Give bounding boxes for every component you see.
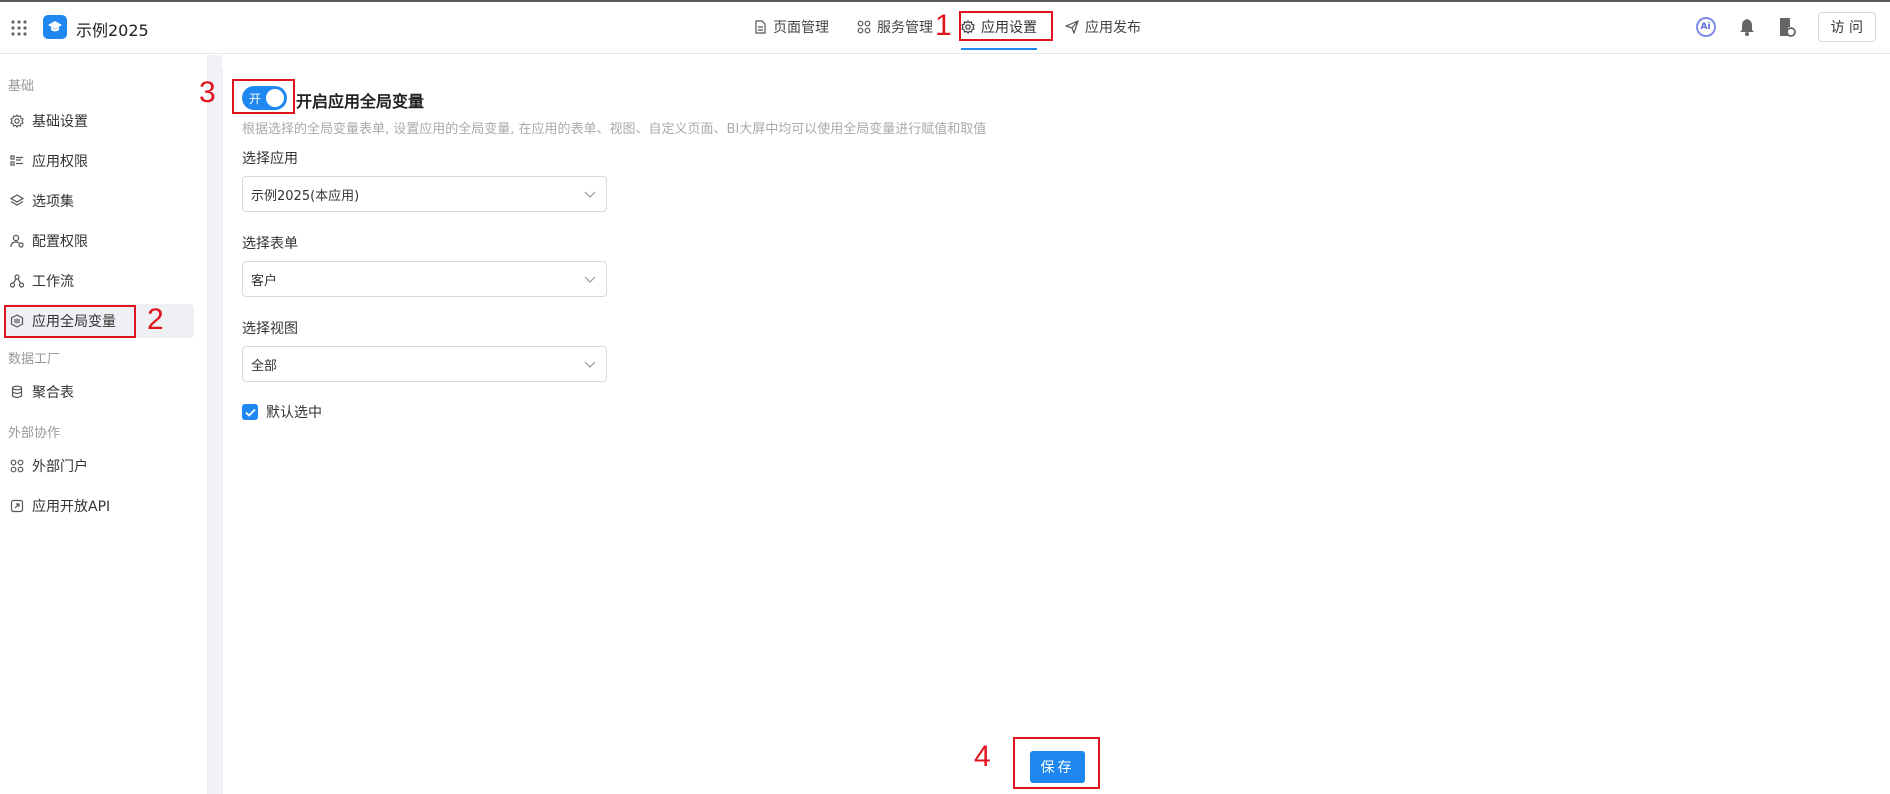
sidebar-item-label: 基础设置 [32,114,88,130]
nav-label: 页面管理 [773,20,829,36]
list-icon [10,155,23,166]
select-value: 示例2025(本应用) [251,188,360,204]
visit-button[interactable]: 访 问 [1817,12,1876,42]
file-icon [755,20,766,34]
sidebar-section-data-factory: 数据工厂 [8,352,61,367]
sidebar-item-option-sets[interactable]: 选项集 [4,184,194,218]
nav-page-management[interactable]: 页面管理 [740,0,843,54]
sidebar-item-label: 选项集 [32,194,74,210]
layers-icon [10,194,24,206]
select-form-dropdown[interactable]: 客户 [242,261,607,297]
sidebar-item-label: 配置权限 [32,234,88,250]
app-title: 示例2025 [76,21,149,40]
nav-label: 服务管理 [877,20,933,36]
annotation-box-4 [1013,737,1100,789]
sidebar-section-external: 外部协作 [8,426,61,441]
app-grid-icon[interactable] [10,19,28,37]
sidebar-item-label: 工作流 [32,274,74,290]
sidebar-item-label: 聚合表 [32,385,74,401]
chevron-down-icon [584,361,596,368]
feature-description: 根据选择的全局变量表单, 设置应用的全局变量, 在应用的表单、视图、自定义页面、… [242,122,987,137]
content-gutter [208,55,222,794]
select-view-dropdown[interactable]: 全部 [242,346,607,382]
chevron-down-icon [584,191,596,198]
checkbox-label: 默认选中 [266,405,322,421]
default-selected-row: 默认选中 [242,402,322,422]
annotation-box-1 [959,11,1053,41]
user-config-icon [10,234,24,248]
select-view-label: 选择视图 [242,321,298,337]
default-selected-checkbox[interactable] [242,404,258,420]
sidebar-item-basic-settings[interactable]: 基础设置 [4,104,194,138]
sidebar: 基础 基础设置 应用权限 选项集 配置权限 工作流 应用全局变量 数据工厂 聚合… [0,55,208,794]
sidebar-item-label: 应用开放API [32,499,111,515]
sidebar-item-external-portal[interactable]: 外部门户 [4,449,194,483]
send-icon [1065,20,1079,34]
sidebar-item-label: 应用权限 [32,154,88,170]
annotation-box-2 [4,305,136,338]
nav-app-publish[interactable]: 应用发布 [1051,0,1155,54]
nav-service-management[interactable]: 服务管理 [843,0,947,54]
sidebar-section-basic: 基础 [8,79,35,94]
annotation-number-1: 1 [935,9,952,42]
select-value: 客户 [251,273,278,289]
sidebar-item-open-api[interactable]: 应用开放API [4,489,194,523]
check-icon [244,408,256,417]
app-logo-icon [43,15,67,39]
apps-icon [857,20,871,34]
sidebar-item-workflow[interactable]: 工作流 [4,264,194,298]
workflow-icon [10,274,24,288]
top-right-tools: Ai 访 问 [1695,12,1876,42]
sidebar-item-label: 外部门户 [32,459,88,475]
gear-icon [10,114,24,128]
bell-icon[interactable] [1738,17,1756,37]
document-settings-icon[interactable] [1778,17,1796,37]
select-app-dropdown[interactable]: 示例2025(本应用) [242,176,607,212]
annotation-box-3 [232,79,295,114]
select-value: 全部 [251,358,278,374]
sidebar-item-config-permissions[interactable]: 配置权限 [4,224,194,258]
annotation-number-2: 2 [147,303,164,336]
sidebar-item-aggregate-table[interactable]: 聚合表 [4,375,194,409]
ai-icon[interactable]: Ai [1695,17,1716,37]
database-icon [11,385,23,399]
annotation-number-3: 3 [199,76,216,109]
feature-title: 开启应用全局变量 [296,92,425,111]
nav-label: 应用发布 [1085,20,1141,36]
select-form-label: 选择表单 [242,236,298,252]
sidebar-item-app-permissions[interactable]: 应用权限 [4,144,194,178]
chevron-down-icon [584,276,596,283]
select-app-label: 选择应用 [242,151,298,167]
portal-icon [10,459,24,473]
api-icon [10,499,24,513]
annotation-number-4: 4 [974,740,991,773]
